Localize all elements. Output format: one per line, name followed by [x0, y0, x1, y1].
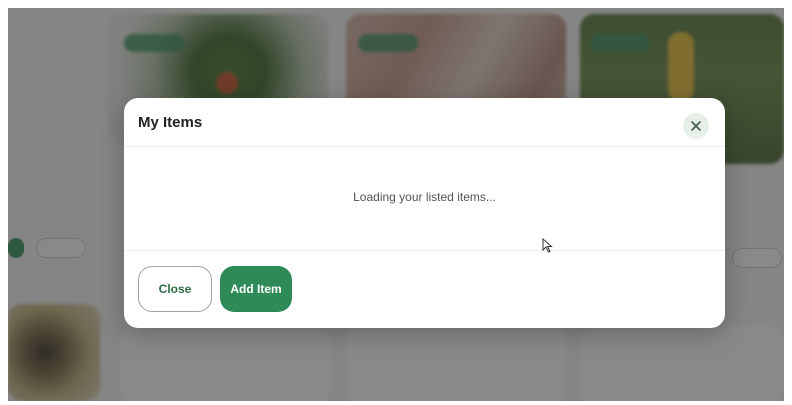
close-icon-button[interactable] [683, 113, 709, 139]
loading-message: Loading your listed items... [353, 190, 496, 204]
mouse-cursor-icon [542, 238, 553, 253]
modal-footer: Close Add Item [124, 250, 725, 328]
modal-title: My Items [138, 114, 203, 131]
modal-body: Loading your listed items... [124, 147, 725, 250]
my-items-modal: My Items Loading your listed items... Cl… [124, 98, 725, 328]
close-button[interactable]: Close [138, 266, 212, 312]
add-item-button[interactable]: Add Item [220, 266, 292, 312]
close-icon [691, 121, 701, 131]
modal-header: My Items [124, 98, 725, 147]
